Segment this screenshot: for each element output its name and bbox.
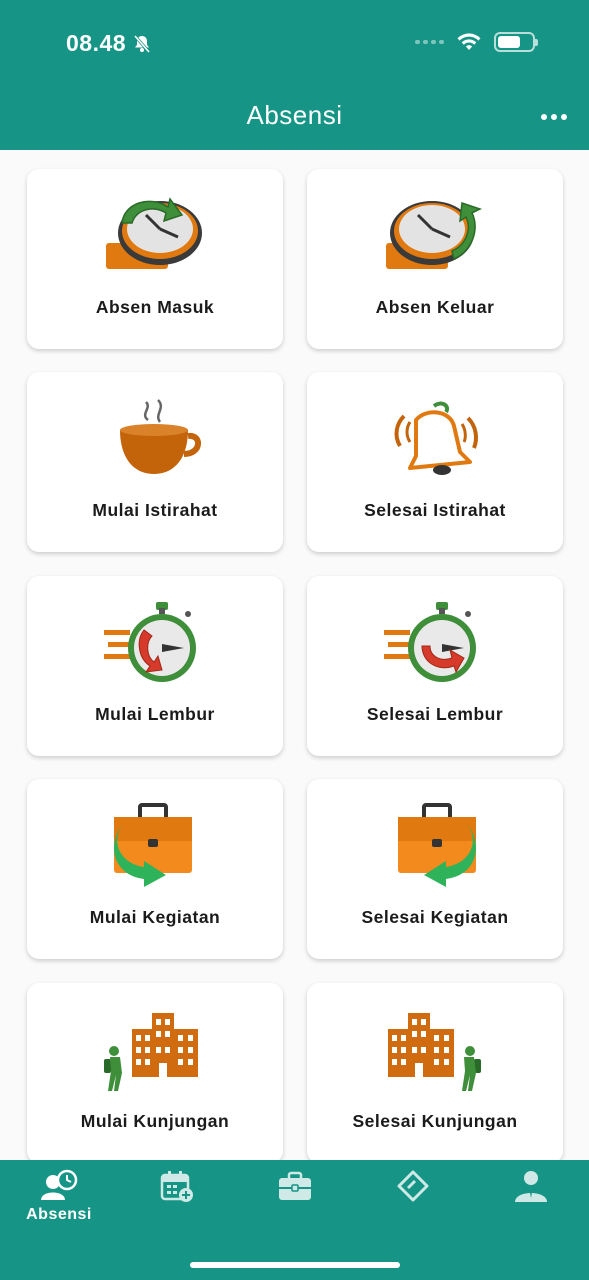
tag-icon [397,1170,429,1202]
clock-out-icon [386,201,482,269]
person-profile-icon [515,1171,547,1202]
briefcase-arrow-left-icon [398,803,477,887]
card-label: Selesai Kegiatan [361,907,509,927]
visitor-building-icon [104,1013,198,1091]
status-icons [415,32,538,52]
clock-in-icon [106,197,202,269]
nav-item-tag[interactable] [354,1168,472,1230]
selesai-kunjungan-card[interactable]: Selesai Kunjungan [307,983,563,1160]
selesai-kegiatan-card[interactable]: Selesai Kegiatan [307,779,563,959]
briefcase-icon [279,1171,311,1200]
user-clock-icon [41,1169,78,1200]
wifi-icon [457,33,481,50]
absen-masuk-card[interactable]: Absen Masuk [27,169,283,349]
ringing-bell-icon [394,401,478,475]
card-label: Selesai Lembur [366,704,504,724]
mulai-istirahat-card[interactable]: Mulai Istirahat [27,372,283,552]
stopwatch-overtime-end-icon [384,602,476,682]
dot [541,114,547,120]
more-options-button[interactable] [539,105,569,129]
card-label: Mulai Lembur [95,704,215,724]
app-header: 08.48 Absensi [0,0,589,150]
building-visitor-icon [388,1013,481,1091]
battery-icon [494,32,538,52]
status-time: 08.48 [66,30,152,57]
selesai-lembur-card[interactable]: Selesai Lembur [307,576,563,756]
coffee-cup-icon [120,399,201,474]
home-indicator [190,1262,400,1268]
card-label: Mulai Kunjungan [80,1111,230,1131]
nav-item-absensi[interactable]: Absensi [0,1168,118,1230]
card-label: Selesai Istirahat [364,500,506,520]
briefcase-arrow-right-icon [113,803,192,887]
nav-item-briefcase[interactable] [236,1168,354,1230]
mulai-kunjungan-card[interactable]: Mulai Kunjungan [27,983,283,1160]
mulai-lembur-card[interactable]: Mulai Lembur [27,576,283,756]
calendar-add-icon [160,1171,193,1202]
bell-muted-icon [133,34,151,53]
card-label: Absen Keluar [375,297,495,317]
status-time-text: 08.48 [66,30,127,56]
nav-item-calendar[interactable] [118,1168,236,1230]
menu-grid: Absen Masuk Absen Keluar Mulai Istirahat… [0,150,589,1160]
card-label: Absen Masuk [95,297,215,317]
card-label: Mulai Kegiatan [89,907,221,927]
mulai-kegiatan-card[interactable]: Mulai Kegiatan [27,779,283,959]
card-label: Mulai Istirahat [92,500,218,520]
selesai-istirahat-card[interactable]: Selesai Istirahat [307,372,563,552]
cellular-signal-icon [415,40,444,44]
dot [561,114,567,120]
stopwatch-overtime-start-icon [104,602,196,682]
card-label: Selesai Kunjungan [352,1111,518,1131]
absen-keluar-card[interactable]: Absen Keluar [307,169,563,349]
nav-label: Absensi [26,1206,92,1223]
page-title: Absensi [246,100,343,130]
dot [551,114,557,120]
nav-item-profile[interactable] [472,1168,589,1230]
